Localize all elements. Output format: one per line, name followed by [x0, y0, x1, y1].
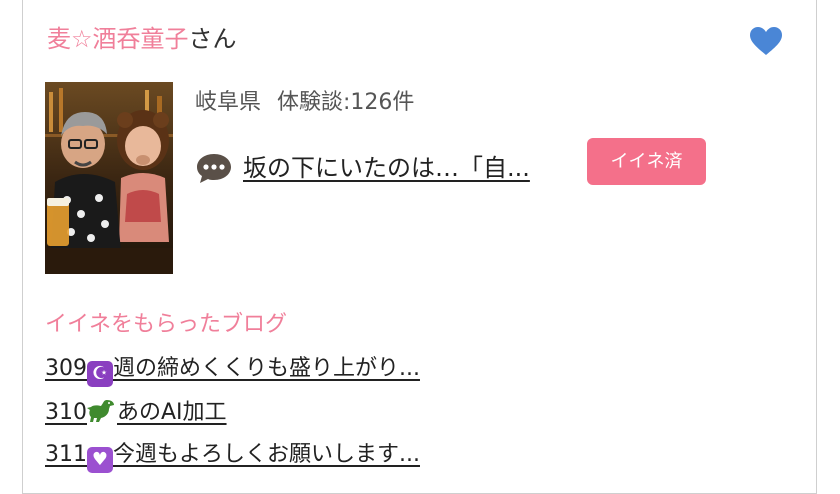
blog-title: 今週もよろしくお願いします...	[113, 442, 420, 467]
blog-item[interactable]: 310 あのAI加工	[45, 397, 227, 428]
blog-title: あのAI加工	[117, 400, 227, 425]
moon-star-icon: ☪	[87, 361, 113, 387]
blog-item[interactable]: 311 ♥ 今週もよろしくお願いします...	[45, 440, 420, 473]
blog-item[interactable]: 309 ☪ 週の締めくくりも盛り上がり...	[45, 354, 420, 387]
heart-icon[interactable]	[749, 26, 783, 56]
blog-number: 311	[45, 442, 87, 467]
liked-blogs-heading: イイネをもらったブログ	[45, 312, 288, 337]
prefecture: 岐阜県	[195, 90, 262, 115]
user-name-link[interactable]: 麦☆酒呑童子	[47, 25, 189, 53]
blog-number: 310	[45, 400, 87, 425]
reviewer-card: 麦☆酒呑童子さん 岐阜県 体験談:126件 坂の下にいたのは…「自... イイネ…	[22, 0, 817, 494]
blog-title: 週の締めくくりも盛り上がり...	[113, 356, 420, 381]
review-title-link[interactable]: 坂の下にいたのは…「自...	[243, 152, 530, 184]
user-meta: 岐阜県 体験談:126件	[195, 88, 414, 118]
avatar[interactable]	[45, 82, 173, 274]
user-header: 麦☆酒呑童子さん	[47, 24, 237, 54]
heart-box-icon: ♥	[87, 447, 113, 473]
blog-number: 309	[45, 356, 87, 381]
dinosaur-icon	[87, 400, 114, 422]
honorific-suffix: さん	[188, 25, 237, 53]
review-count: 体験談:126件	[277, 90, 415, 115]
avatar-image	[45, 82, 173, 274]
speech-bubble-icon	[197, 154, 231, 183]
liked-badge[interactable]: イイネ済	[587, 138, 706, 185]
